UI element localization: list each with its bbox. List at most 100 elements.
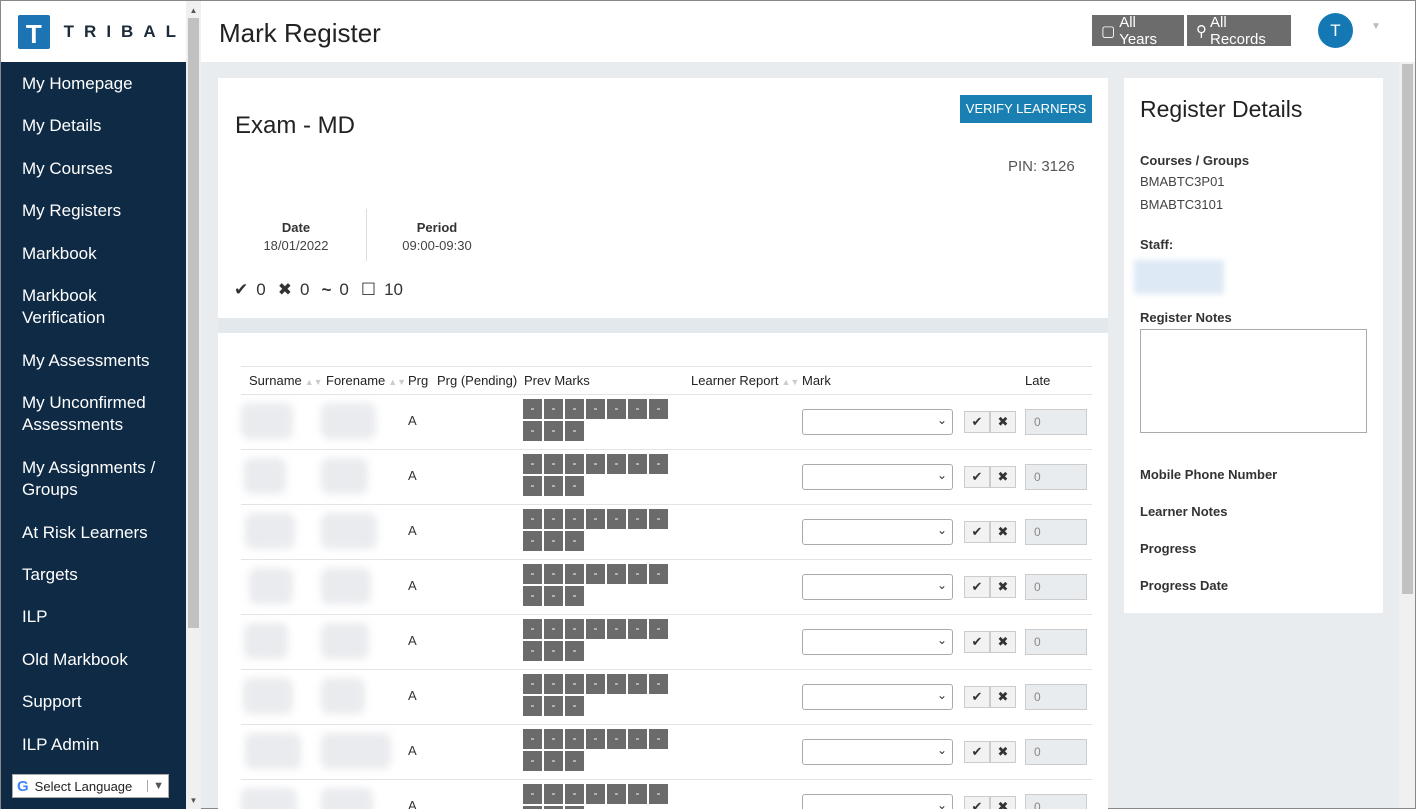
prev-mark[interactable]: - [628,784,647,804]
prev-mark[interactable]: - [565,454,584,474]
late-input[interactable]: 0 [1025,519,1087,545]
scroll-down-arrow-icon[interactable]: ▼ [186,793,201,808]
prev-mark[interactable]: - [565,729,584,749]
prev-mark[interactable]: - [565,421,584,441]
prev-mark[interactable]: - [523,674,542,694]
mark-select[interactable]: ⌄ [802,409,953,435]
mark-select[interactable]: ⌄ [802,464,953,490]
prev-mark[interactable]: - [523,421,542,441]
sidebar-item-my-unconfirmed-assessments[interactable]: My Unconfirmed Assessments [1,392,186,436]
prev-mark[interactable]: - [586,564,605,584]
mark-select[interactable]: ⌄ [802,519,953,545]
prev-mark[interactable]: - [649,454,668,474]
mark-present-button[interactable]: ✔ [964,686,990,708]
prev-mark[interactable]: - [565,619,584,639]
prev-mark[interactable]: - [565,696,584,716]
prev-mark[interactable]: - [649,509,668,529]
prev-mark[interactable]: - [544,454,563,474]
sidebar-item-old-markbook[interactable]: Old Markbook [1,649,186,671]
prev-mark[interactable]: - [628,674,647,694]
prev-mark[interactable]: - [607,399,626,419]
mark-select[interactable]: ⌄ [802,684,953,710]
prev-mark[interactable]: - [523,476,542,496]
mark-present-button[interactable]: ✔ [964,466,990,488]
prev-mark[interactable]: - [523,619,542,639]
mark-present-button[interactable]: ✔ [964,576,990,598]
avatar[interactable]: T [1318,13,1353,48]
chevron-down-icon[interactable]: ▼ [1371,21,1381,32]
prev-mark[interactable]: - [544,509,563,529]
prev-mark[interactable]: - [586,729,605,749]
prev-mark[interactable]: - [544,421,563,441]
prev-mark[interactable]: - [607,619,626,639]
prev-mark[interactable]: - [628,729,647,749]
prev-mark[interactable]: - [586,454,605,474]
logo[interactable]: T TRIBAL [1,1,186,62]
prev-mark[interactable]: - [523,531,542,551]
prev-mark[interactable]: - [607,509,626,529]
prev-mark[interactable]: - [628,619,647,639]
prev-mark[interactable]: - [544,729,563,749]
all-years-button[interactable]: ▢ All Years [1092,14,1184,48]
prev-mark[interactable]: - [523,751,542,771]
prev-mark[interactable]: - [586,509,605,529]
mark-absent-button[interactable]: ✖ [990,686,1016,708]
prev-mark[interactable]: - [607,674,626,694]
language-select[interactable]: G Select Language ▼ [12,774,169,798]
sidebar-item-my-details[interactable]: My Details [1,115,186,137]
prev-mark[interactable]: - [649,564,668,584]
learner-report-header[interactable]: Learner Report ▲▼ [691,373,799,388]
prev-mark[interactable]: - [565,531,584,551]
prev-mark[interactable]: - [544,564,563,584]
surname-header[interactable]: Surname ▲▼ [249,373,323,388]
prev-mark[interactable]: - [607,784,626,804]
mark-select[interactable]: ⌄ [802,739,953,765]
sidebar-item-markbook[interactable]: Markbook [1,243,186,265]
sidebar-item-markbook-verification[interactable]: Markbook Verification [1,285,186,329]
late-input[interactable]: 0 [1025,574,1087,600]
prev-mark[interactable]: - [544,751,563,771]
prev-mark[interactable]: - [523,729,542,749]
prev-mark[interactable]: - [565,641,584,661]
prev-mark[interactable]: - [565,586,584,606]
sidebar-item-at-risk-learners[interactable]: At Risk Learners [1,522,186,544]
late-input[interactable]: 0 [1025,464,1087,490]
prev-mark[interactable]: - [649,399,668,419]
prev-mark[interactable]: - [544,476,563,496]
late-input[interactable]: 0 [1025,684,1087,710]
prev-mark[interactable]: - [544,641,563,661]
mark-select[interactable]: ⌄ [802,629,953,655]
mark-select[interactable]: ⌄ [802,574,953,600]
prev-mark[interactable]: - [565,784,584,804]
prev-mark[interactable]: - [565,564,584,584]
sidebar-item-my-registers[interactable]: My Registers [1,200,186,222]
sidebar-scrollbar[interactable]: ▲ ▼ [186,1,201,809]
prev-mark[interactable]: - [544,674,563,694]
prev-mark[interactable]: - [628,564,647,584]
mark-absent-button[interactable]: ✖ [990,576,1016,598]
mark-present-button[interactable]: ✔ [964,741,990,763]
prev-mark[interactable]: - [565,476,584,496]
prev-mark[interactable]: - [586,784,605,804]
prev-mark[interactable]: - [628,399,647,419]
prev-mark[interactable]: - [649,619,668,639]
prev-mark[interactable]: - [523,509,542,529]
prev-mark[interactable]: - [586,399,605,419]
prev-mark[interactable]: - [565,509,584,529]
prev-mark[interactable]: - [607,729,626,749]
mark-present-button[interactable]: ✔ [964,521,990,543]
sidebar-item-support[interactable]: Support [1,691,186,713]
prev-mark[interactable]: - [523,586,542,606]
mark-absent-button[interactable]: ✖ [990,631,1016,653]
late-input[interactable]: 0 [1025,409,1087,435]
mark-present-button[interactable]: ✔ [964,631,990,653]
mark-present-button[interactable]: ✔ [964,796,990,809]
prev-mark[interactable]: - [565,399,584,419]
prev-mark[interactable]: - [649,674,668,694]
prev-mark[interactable]: - [544,399,563,419]
sidebar-scrollbar-thumb[interactable] [188,18,199,628]
late-input[interactable]: 0 [1025,629,1087,655]
main-scrollbar[interactable] [1399,62,1415,808]
prev-mark[interactable]: - [523,454,542,474]
scroll-up-arrow-icon[interactable]: ▲ [186,3,201,18]
